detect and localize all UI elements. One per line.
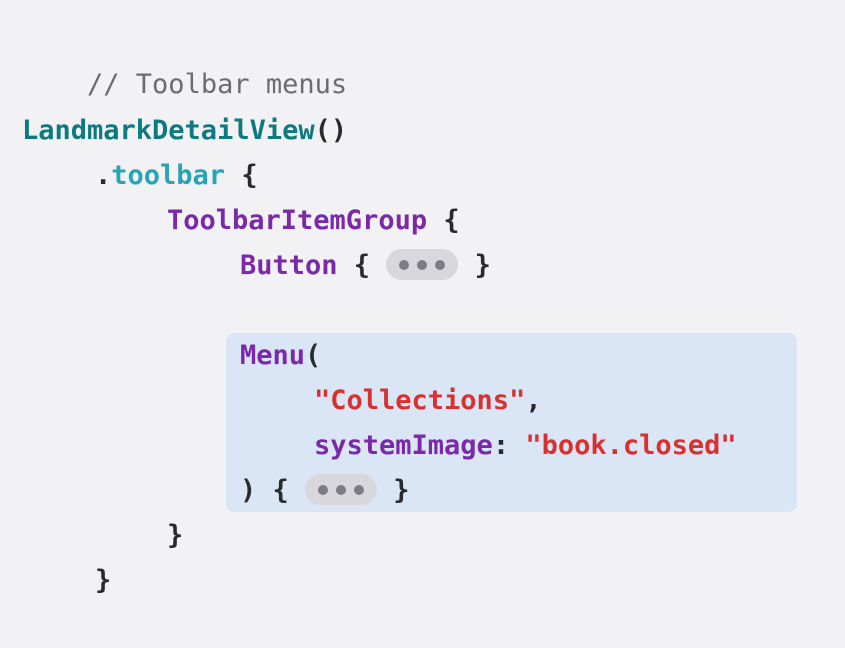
menu-close-paren: ) { [240,475,306,506]
system-image-label: systemImage [314,430,493,461]
code-line-group: ToolbarItemGroup { [167,199,460,243]
code-line-group-close: } [167,514,183,558]
group-open-brace: { [427,205,460,236]
code-line-menu-close: ) { } [240,469,410,513]
title-comma: , [525,385,542,416]
ellipsis-icon[interactable] [305,473,378,505]
button-close-brace: } [458,250,491,281]
toolbar-item-group: ToolbarItemGroup [167,205,428,236]
modifier-dot: . [95,160,112,191]
code-line-system-image: systemImage: "book.closed" [314,424,737,468]
ellipsis-icon[interactable] [386,248,459,280]
view-name: LandmarkDetailView [22,115,315,146]
group-close-brace: } [167,520,184,551]
code-line-toolbar-close: } [95,559,111,603]
image-string: "book.closed" [525,430,737,461]
comment-text: // Toolbar menus [87,69,348,100]
code-line-title: "Collections", [314,379,542,423]
code-line-toolbar: .toolbar { [95,154,258,198]
toolbar-close-brace: } [95,565,112,596]
title-string: "Collections" [314,385,526,416]
button-name: Button [240,250,338,281]
menu-open-paren: ( [305,340,322,371]
code-line-comment: // Toolbar menus [22,19,347,100]
code-snippet: // Toolbar menus LandmarkDetailView() .t… [0,0,845,648]
code-line-view: LandmarkDetailView() [22,109,347,153]
view-parens: () [314,115,348,146]
code-line-menu: Menu( [240,334,321,378]
param-colon: : [492,430,526,461]
code-line-button: Button { } [240,244,491,288]
toolbar-modifier: toolbar [111,160,226,191]
menu-name: Menu [240,340,306,371]
button-open-brace: { [337,250,387,281]
toolbar-open-brace: { [225,160,258,191]
menu-close-brace: } [377,475,410,506]
